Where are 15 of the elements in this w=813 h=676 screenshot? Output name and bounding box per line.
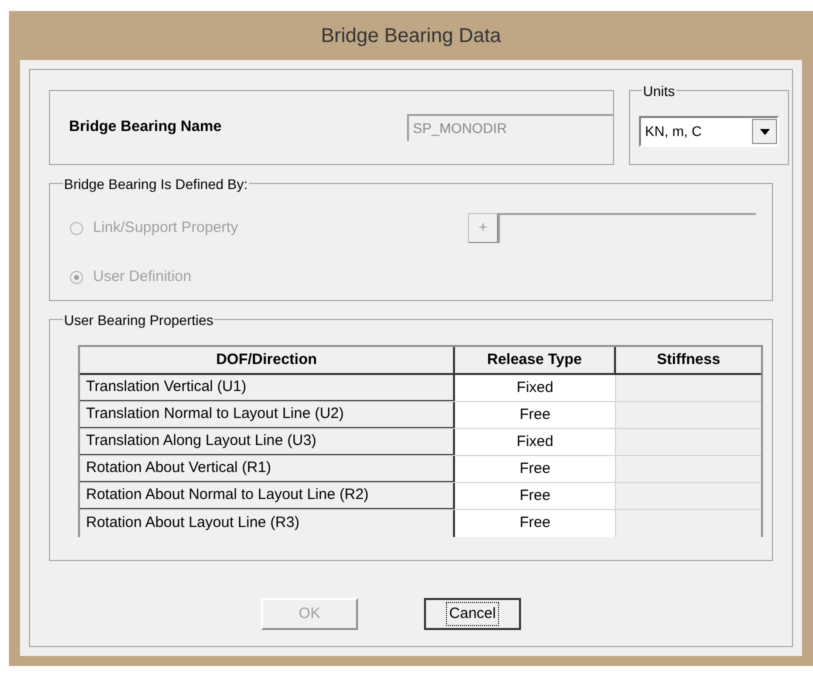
table-cell[interactable]: Free: [455, 402, 616, 428]
radio-label: User Definition: [93, 266, 192, 287]
column-header: Stiffness: [656, 350, 722, 370]
table-cell[interactable]: Free: [455, 483, 616, 509]
cancel-button[interactable]: Cancel: [424, 598, 521, 630]
bearing-name-label: Bridge Bearing Name: [69, 117, 223, 138]
table-cell[interactable]: Free: [455, 456, 616, 482]
radio-label: Link/Support Property: [93, 218, 238, 238]
table-cell[interactable]: Fixed: [455, 375, 616, 401]
table-cell[interactable]: Fixed: [455, 429, 616, 455]
units-dropdown[interactable]: KN, m, C: [639, 116, 779, 147]
window-title: Bridge Bearing Data: [320, 24, 502, 48]
column-header: DOF/Direction: [80, 347, 455, 373]
column-header: Release Type: [455, 347, 616, 373]
table-cell[interactable]: Free: [455, 510, 616, 537]
